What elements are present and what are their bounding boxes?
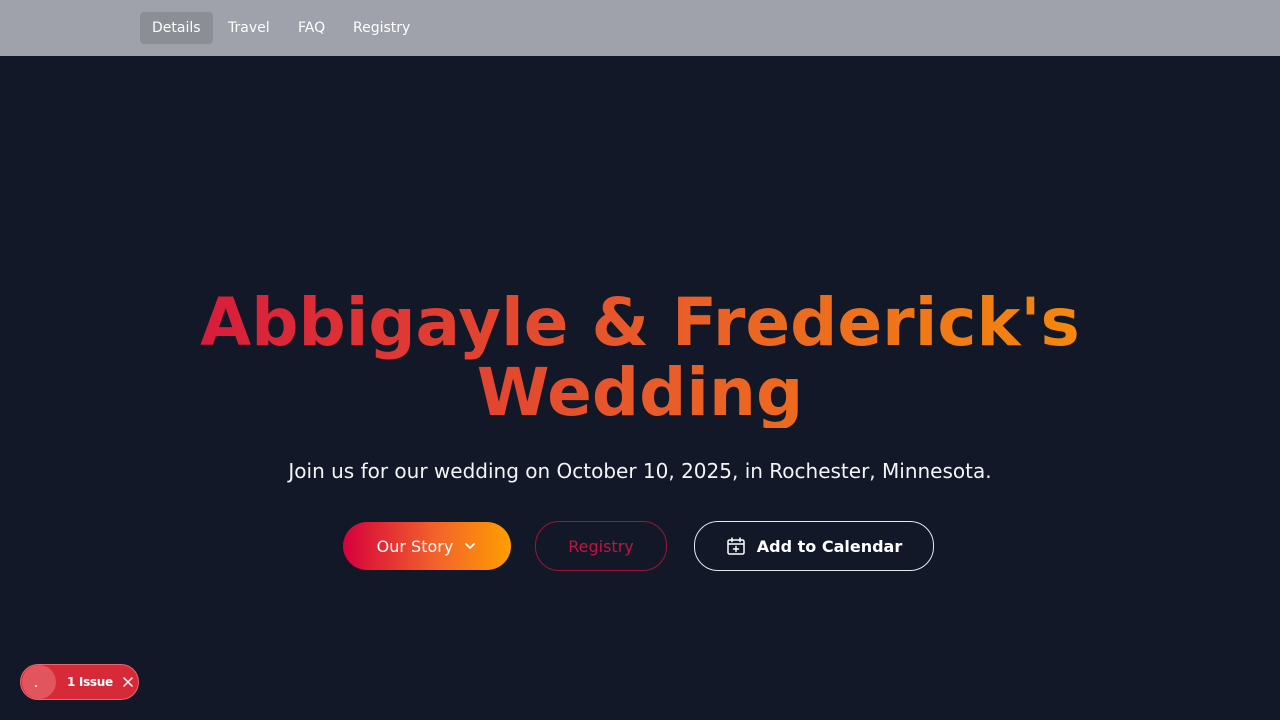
- hero-title-line-1: Abbigayle & Frederick's: [200, 284, 1080, 361]
- close-icon[interactable]: [122, 676, 134, 688]
- issues-count-label: 1 Issue: [67, 675, 113, 689]
- add-to-calendar-label: Add to Calendar: [756, 536, 903, 556]
- our-story-button[interactable]: Our Story: [343, 522, 511, 570]
- chevron-down-icon: [465, 543, 476, 549]
- registry-button[interactable]: Registry: [535, 521, 667, 571]
- issues-avatar: [22, 665, 56, 699]
- hero-title: Abbigayle & Frederick's Wedding: [0, 288, 1280, 428]
- calendar-plus-icon: [727, 537, 745, 555]
- nav-item-registry[interactable]: Registry: [341, 12, 422, 44]
- hero-subtitle: Join us for our wedding on October 10, 2…: [288, 459, 992, 483]
- nav-item-travel[interactable]: Travel: [216, 12, 282, 44]
- nav-item-faq[interactable]: FAQ: [286, 12, 337, 44]
- top-navigation: Details Travel FAQ Registry: [0, 0, 1280, 56]
- issues-badge[interactable]: 1 Issue: [20, 664, 139, 700]
- registry-label: Registry: [568, 536, 634, 556]
- nav-item-details[interactable]: Details: [140, 12, 213, 44]
- our-story-label: Our Story: [376, 536, 454, 556]
- add-to-calendar-button[interactable]: Add to Calendar: [694, 521, 934, 571]
- hero-title-line-2: Wedding: [476, 354, 804, 431]
- avatar-dot: [35, 685, 37, 687]
